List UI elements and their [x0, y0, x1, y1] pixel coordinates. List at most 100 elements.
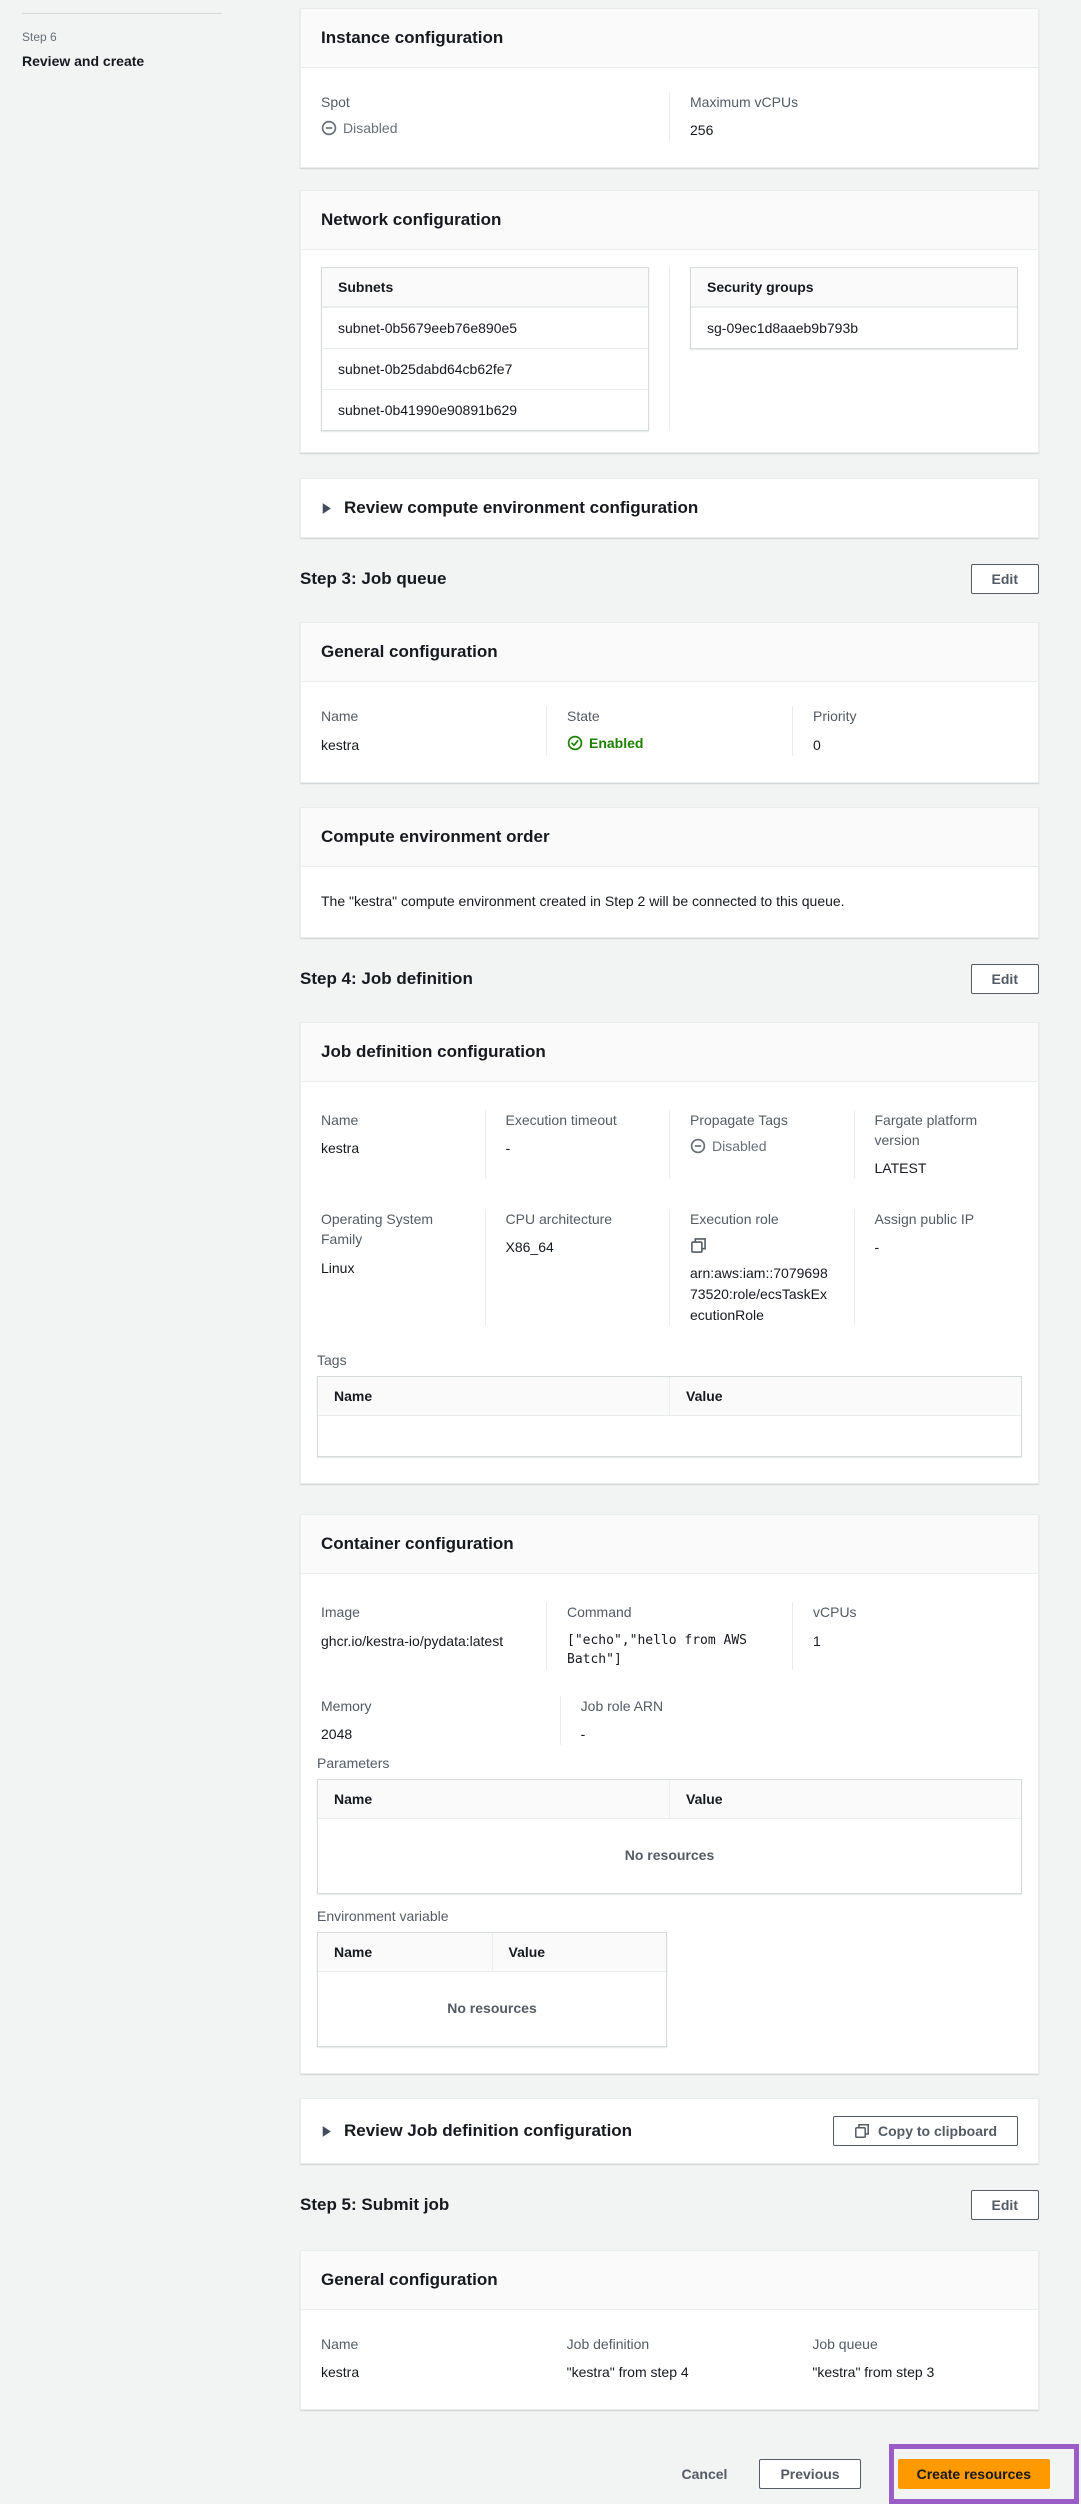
- env-name-header: Name: [318, 1933, 492, 1971]
- submit-jobdef-field: Job definition "kestra" from step 4: [547, 2334, 793, 2383]
- cancel-button[interactable]: Cancel: [678, 2462, 732, 2486]
- annotation-highlight-box: Create resources: [889, 2444, 1079, 2504]
- job-role-arn-label: Job role ARN: [581, 1696, 1018, 1716]
- queue-state-field: State Enabled: [546, 706, 792, 755]
- env-value-header: Value: [492, 1933, 667, 1971]
- submit-jobdef-value: "kestra" from step 4: [567, 2362, 773, 2383]
- tags-value-header: Value: [669, 1377, 1021, 1415]
- security-groups-pane: Security groups sg-09ec1d8aaeb9b793b: [669, 267, 1038, 431]
- sidebar-item-review-and-create[interactable]: Review and create: [22, 53, 290, 69]
- create-resources-button[interactable]: Create resources: [898, 2459, 1050, 2489]
- step4-heading-row: Step 4: Job definition Edit: [300, 964, 1039, 994]
- jobdef-name-field: Name kestra: [301, 1110, 485, 1180]
- max-vcpus-label: Maximum vCPUs: [690, 92, 1018, 112]
- queue-priority-label: Priority: [813, 706, 1018, 726]
- job-role-arn-field: Job role ARN -: [560, 1696, 1038, 1745]
- command-label: Command: [567, 1602, 772, 1622]
- vcpus-field: vCPUs 1: [792, 1602, 1038, 1669]
- parameters-empty-state: No resources: [318, 1819, 1021, 1893]
- submit-name-field: Name kestra: [301, 2334, 547, 2383]
- job-role-arn-value: -: [581, 1724, 1018, 1745]
- copy-to-clipboard-button[interactable]: Copy to clipboard: [833, 2116, 1018, 2146]
- spot-field: Spot Disabled: [301, 92, 669, 141]
- max-vcpus-field: Maximum vCPUs 256: [669, 92, 1038, 141]
- review-compute-environment-label: Review compute environment configuration: [344, 498, 1018, 518]
- execution-role-field: Execution role arn:aws:iam::707969873520…: [669, 1209, 854, 1326]
- parameters-name-header: Name: [318, 1780, 669, 1818]
- spot-status: Disabled: [321, 120, 397, 136]
- execution-timeout-label: Execution timeout: [506, 1110, 650, 1130]
- command-value: ["echo","hello from AWS Batch"]: [567, 1631, 757, 1670]
- parameters-table: Name Value No resources: [317, 1779, 1022, 1894]
- fargate-platform-version-label: Fargate platform version: [875, 1110, 995, 1151]
- subnets-table: Subnets subnet-0b5679eeb76e890e5 subnet-…: [321, 267, 649, 431]
- compute-environment-order-card: Compute environment order The "kestra" c…: [300, 807, 1039, 938]
- assign-public-ip-label: Assign public IP: [875, 1209, 1019, 1229]
- tags-table: Name Value: [317, 1376, 1022, 1457]
- vcpus-label: vCPUs: [813, 1602, 1018, 1622]
- instance-configuration-card: Instance configuration Spot Disabled Max…: [300, 8, 1039, 168]
- enabled-check-icon: [567, 735, 583, 751]
- queue-name-value: kestra: [321, 735, 526, 756]
- network-configuration-card: Network configuration Subnets subnet-0b5…: [300, 190, 1039, 453]
- step3-edit-button[interactable]: Edit: [971, 564, 1039, 594]
- network-configuration-title: Network configuration: [321, 210, 1018, 230]
- subnets-header: Subnets: [322, 268, 648, 306]
- parameters-value-header: Value: [669, 1780, 1021, 1818]
- jobdef-name-label: Name: [321, 1110, 465, 1130]
- cpu-architecture-value: X86_64: [506, 1237, 650, 1258]
- assign-public-ip-value: -: [875, 1237, 1019, 1258]
- security-group-row: sg-09ec1d8aaeb9b793b: [691, 307, 1017, 348]
- tags-name-header: Name: [318, 1377, 669, 1415]
- fargate-platform-version-field: Fargate platform version LATEST: [854, 1110, 1039, 1180]
- step3-heading-row: Step 3: Job queue Edit: [300, 564, 1039, 594]
- job-definition-configuration-card: Job definition configuration Name kestra…: [300, 1022, 1039, 1485]
- submit-jobqueue-value: "kestra" from step 3: [812, 2362, 1018, 2383]
- queue-state-status: Enabled: [567, 735, 643, 751]
- queue-name-field: Name kestra: [301, 706, 546, 755]
- review-job-definition-expander[interactable]: Review Job definition configuration Copy…: [300, 2098, 1039, 2164]
- previous-button[interactable]: Previous: [759, 2459, 860, 2489]
- memory-field: Memory 2048: [301, 1696, 560, 1745]
- submit-name-value: kestra: [321, 2362, 527, 2383]
- copy-execution-role-button[interactable]: [690, 1237, 707, 1257]
- assign-public-ip-field: Assign public IP -: [854, 1209, 1039, 1326]
- memory-value: 2048: [321, 1724, 540, 1745]
- step5-heading: Step 5: Submit job: [300, 2195, 449, 2215]
- wizard-sidebar: Step 6 Review and create: [0, 0, 290, 69]
- review-compute-environment-expander[interactable]: Review compute environment configuration: [300, 478, 1039, 538]
- container-configuration-title: Container configuration: [321, 1534, 1018, 1554]
- container-configuration-card: Container configuration Image ghcr.io/ke…: [300, 1514, 1039, 2074]
- security-groups-header: Security groups: [691, 268, 1017, 306]
- copy-to-clipboard-label: Copy to clipboard: [878, 2123, 997, 2139]
- step3-heading: Step 3: Job queue: [300, 569, 446, 589]
- submit-job-general-configuration-title: General configuration: [321, 2270, 1018, 2290]
- sidebar-step-label: Step 6: [22, 30, 290, 44]
- queue-name-label: Name: [321, 706, 526, 726]
- queue-state-label: State: [567, 706, 772, 726]
- submit-name-label: Name: [321, 2334, 527, 2354]
- job-queue-general-configuration-title: General configuration: [321, 642, 1018, 662]
- queue-priority-field: Priority 0: [792, 706, 1038, 755]
- subnets-pane: Subnets subnet-0b5679eeb76e890e5 subnet-…: [301, 267, 669, 431]
- submit-jobqueue-label: Job queue: [812, 2334, 1018, 2354]
- review-job-definition-label: Review Job definition configuration: [344, 2121, 833, 2141]
- cpu-architecture-field: CPU architecture X86_64: [485, 1209, 670, 1326]
- image-label: Image: [321, 1602, 526, 1622]
- tags-empty-row: [318, 1416, 1021, 1456]
- spot-value: Disabled: [343, 120, 397, 136]
- environment-variable-label: Environment variable: [317, 1908, 1022, 1924]
- wizard-footer-actions: Cancel Previous Create resources: [300, 2444, 1039, 2504]
- os-family-field: Operating System Family Linux: [301, 1209, 485, 1326]
- execution-role-label: Execution role: [690, 1209, 834, 1229]
- step5-edit-button[interactable]: Edit: [971, 2190, 1039, 2220]
- copy-icon: [854, 2123, 870, 2139]
- subnet-row: subnet-0b41990e90891b629: [322, 389, 648, 430]
- step4-edit-button[interactable]: Edit: [971, 964, 1039, 994]
- subnet-row: subnet-0b25dabd64cb62fe7: [322, 348, 648, 389]
- disabled-icon: [321, 120, 337, 136]
- os-family-value: Linux: [321, 1258, 465, 1279]
- sidebar-divider: [22, 13, 222, 14]
- copy-icon: [690, 1237, 707, 1254]
- disabled-icon: [690, 1138, 706, 1154]
